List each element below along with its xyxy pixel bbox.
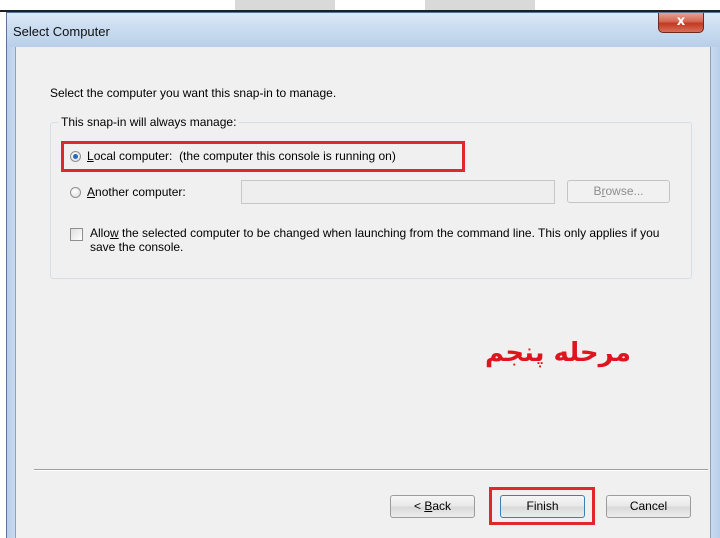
- local-computer-label[interactable]: Local computer: (the computer this conso…: [87, 149, 396, 163]
- allow-change-label[interactable]: Allow the selected computer to be change…: [90, 226, 670, 254]
- allow-label-rest: the selected computer to be changed when…: [90, 226, 660, 254]
- back-label-pre: <: [413, 499, 425, 513]
- window-frame-right: [711, 47, 720, 538]
- allow-change-checkbox[interactable]: [70, 228, 83, 241]
- footer-separator: [34, 469, 708, 471]
- another-computer-input[interactable]: [241, 180, 555, 204]
- back-button[interactable]: < Back: [390, 495, 475, 518]
- browse-label-rest: owse...: [605, 184, 644, 198]
- close-button[interactable]: x: [658, 13, 704, 33]
- allow-label-pre: Allo: [90, 226, 111, 240]
- allow-mnemonic: w: [110, 226, 119, 240]
- local-label-text: ocal computer:: [93, 149, 173, 163]
- browse-label-pre: B: [593, 184, 602, 198]
- intro-text: Select the computer you want this snap-i…: [50, 86, 337, 100]
- back-label-rest: ack: [432, 499, 452, 513]
- group-label: This snap-in will always manage:: [58, 115, 240, 129]
- local-computer-radio[interactable]: [70, 151, 81, 162]
- another-mnemonic: A: [87, 185, 96, 199]
- browse-button[interactable]: Browse...: [567, 180, 670, 203]
- local-mnemonic: L: [87, 149, 94, 163]
- cancel-button[interactable]: Cancel: [606, 495, 691, 518]
- another-label-text: nother computer:: [95, 185, 186, 199]
- title-bar[interactable]: [7, 13, 720, 47]
- close-icon: x: [676, 14, 686, 29]
- another-computer-radio[interactable]: [70, 187, 81, 198]
- another-computer-label[interactable]: Another computer:: [87, 185, 186, 199]
- local-label-suffix: (the computer this console is running on…: [179, 149, 396, 163]
- window-title: Select Computer: [13, 24, 110, 39]
- window-frame-left: [7, 47, 15, 538]
- step-annotation: مرحله پنجم: [485, 338, 631, 368]
- finish-button[interactable]: Finish: [500, 495, 585, 518]
